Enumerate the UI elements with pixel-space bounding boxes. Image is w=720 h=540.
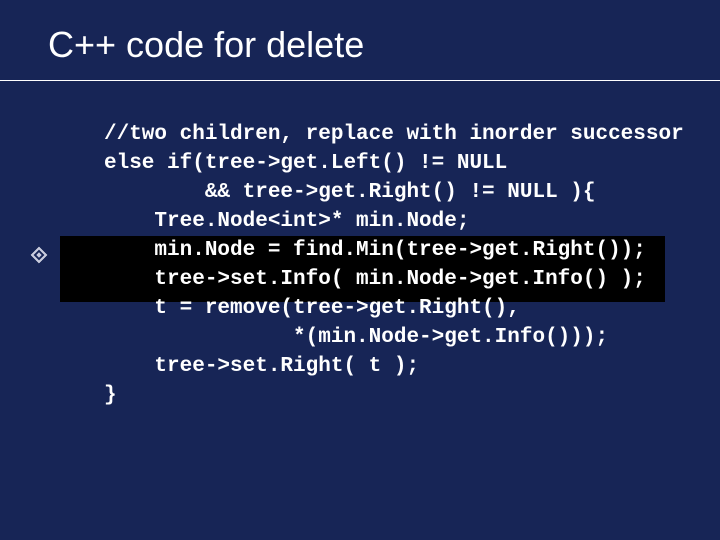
code-line: tree->set.Right( t ); — [0, 353, 720, 382]
title-underline — [0, 80, 720, 81]
code-line: else if(tree->get.Left() != NULL — [0, 150, 720, 179]
code-line: Tree.Node<int>* min.Node; — [0, 208, 720, 237]
code-line: t = remove(tree->get.Right(), — [0, 295, 720, 324]
code-line: //two children, replace with inorder suc… — [0, 121, 720, 150]
code-line: } — [0, 382, 720, 411]
code-line: *(min.Node->get.Info())); — [0, 324, 720, 353]
code-line: min.Node = find.Min(tree->get.Right()); — [0, 237, 720, 266]
slide-title: C++ code for delete — [0, 24, 720, 80]
slide: C++ code for delete //two children, repl… — [0, 0, 720, 540]
code-block: //two children, replace with inorder suc… — [0, 121, 720, 411]
code-line: && tree->get.Right() != NULL ){ — [0, 179, 720, 208]
code-line: tree->set.Info( min.Node->get.Info() ); — [0, 266, 720, 295]
